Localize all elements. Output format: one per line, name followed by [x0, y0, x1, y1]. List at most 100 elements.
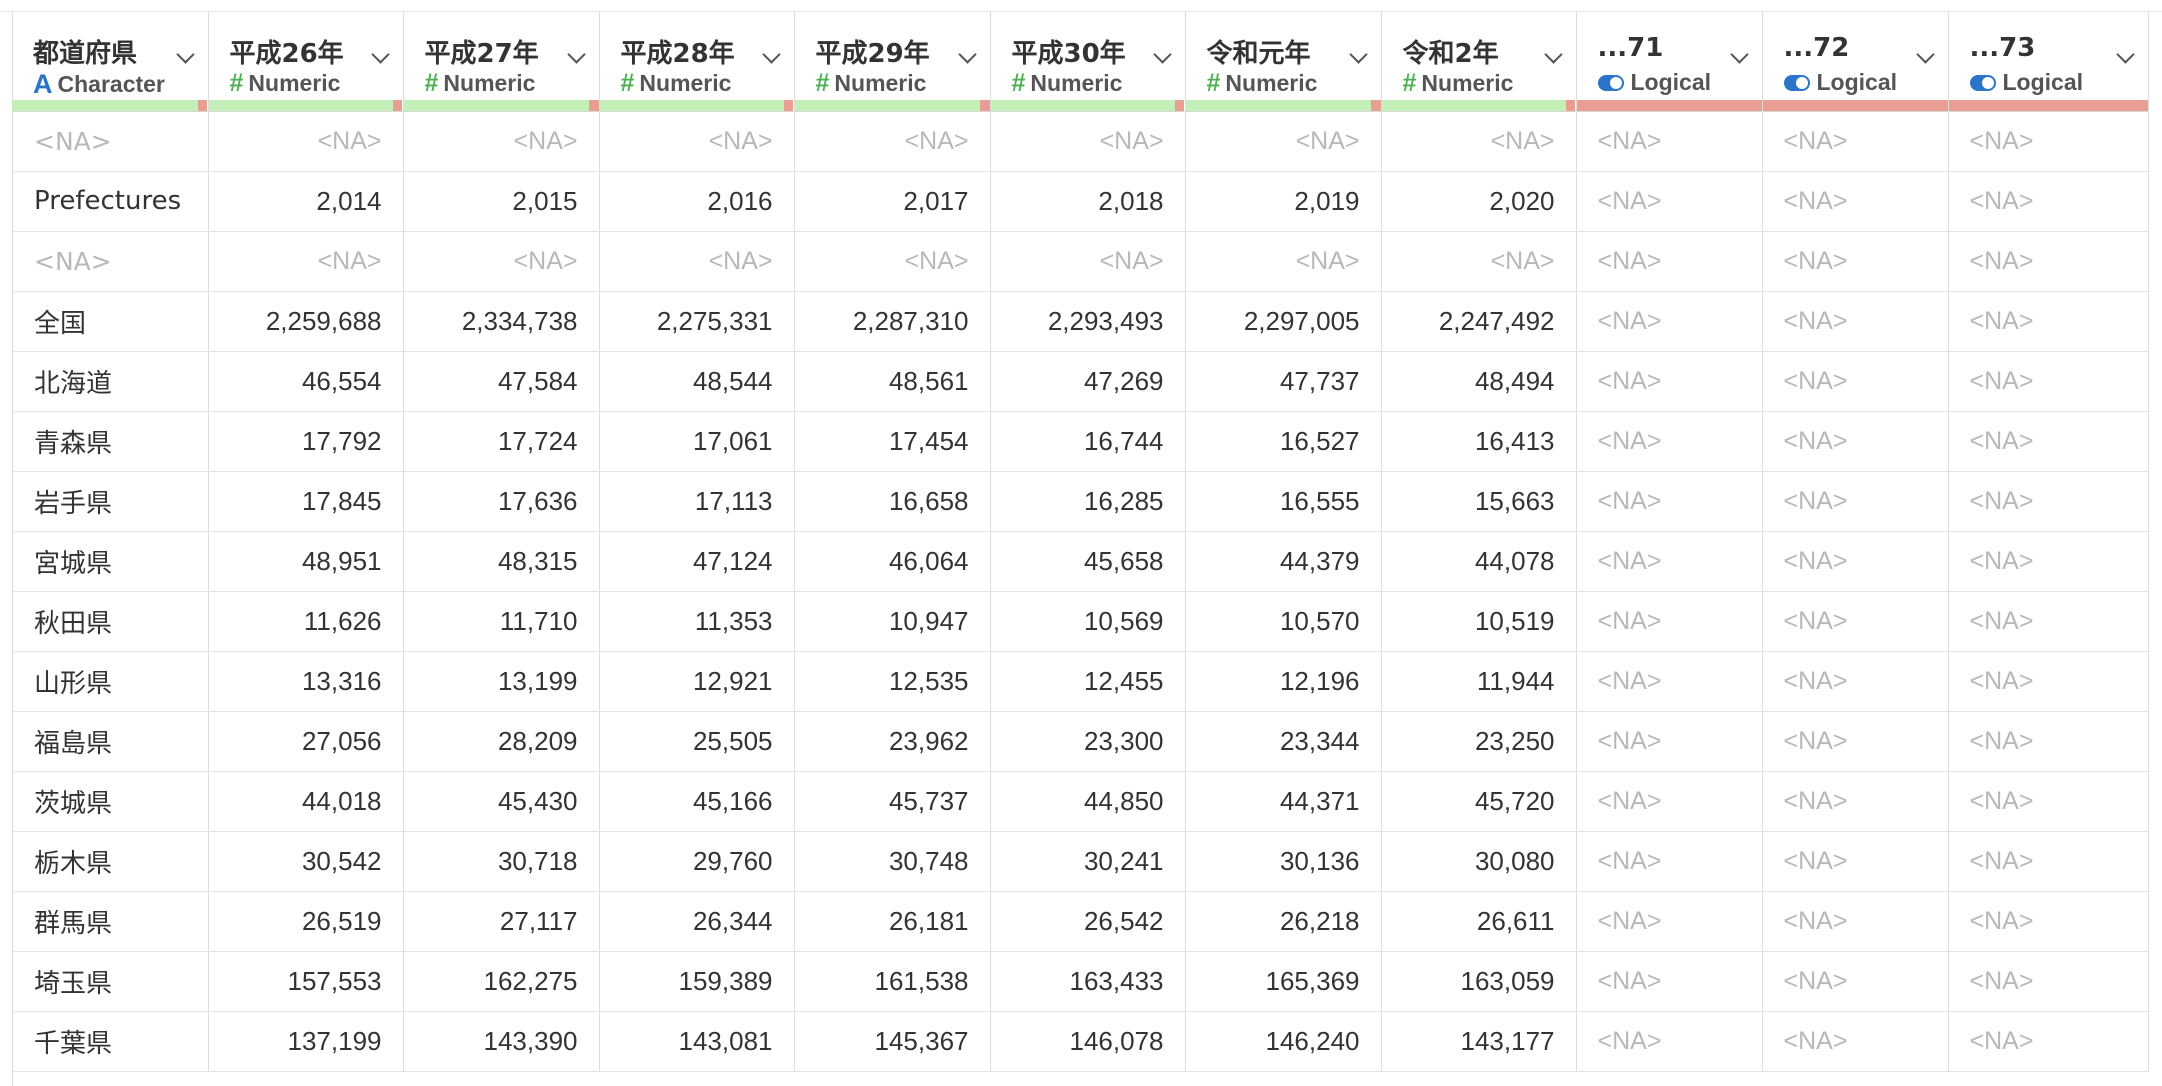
na-cell[interactable]: <NA> [1762, 171, 1949, 232]
table-cell[interactable]: 137,199 [208, 1011, 404, 1072]
table-cell[interactable]: 44,078 [1381, 531, 1577, 592]
na-cell[interactable]: <NA> [990, 111, 1186, 172]
na-cell[interactable]: <NA> [1576, 351, 1763, 412]
table-cell[interactable]: 26,611 [1381, 891, 1577, 952]
table-cell[interactable]: 46,064 [794, 531, 991, 592]
na-cell[interactable]: <NA> [1948, 651, 2149, 712]
chevron-down-icon[interactable] [761, 45, 781, 64]
na-cell[interactable]: <NA> [1185, 111, 1382, 172]
table-cell[interactable]: 17,845 [208, 471, 404, 532]
table-cell[interactable]: 12,455 [990, 651, 1186, 712]
table-cell[interactable]: 17,113 [599, 471, 795, 532]
chevron-down-icon[interactable] [566, 45, 586, 64]
table-cell[interactable]: 47,737 [1185, 351, 1382, 412]
table-cell[interactable]: 30,542 [208, 831, 404, 892]
na-cell[interactable]: <NA> [208, 231, 404, 292]
table-cell[interactable]: 161,538 [794, 951, 991, 1012]
table-cell[interactable]: 17,454 [794, 411, 991, 472]
table-cell[interactable]: 福島県 [12, 711, 209, 772]
na-cell[interactable]: <NA> [1576, 291, 1763, 352]
table-cell[interactable]: 163,059 [1381, 951, 1577, 1012]
na-cell[interactable]: <NA> [1762, 411, 1949, 472]
na-cell[interactable]: <NA> [599, 231, 795, 292]
table-cell[interactable]: 岩手県 [12, 471, 209, 532]
chevron-down-icon[interactable] [175, 45, 195, 64]
table-cell[interactable]: 2,014 [208, 171, 404, 232]
table-cell[interactable]: 29,760 [599, 831, 795, 892]
na-cell[interactable]: <NA> [1576, 1011, 1763, 1072]
table-cell[interactable]: 44,371 [1185, 771, 1382, 832]
na-cell[interactable]: <NA> [1948, 591, 2149, 652]
chevron-down-icon[interactable] [1729, 45, 1749, 64]
chevron-down-icon[interactable] [370, 45, 390, 64]
na-cell[interactable]: <NA> [208, 111, 404, 172]
column-header[interactable]: 都道府県 A Character [12, 11, 209, 112]
column-header[interactable]: 平成30年 # Numeric [990, 11, 1186, 112]
table-cell[interactable]: 143,177 [1381, 1011, 1577, 1072]
table-cell[interactable]: 145,367 [794, 1011, 991, 1072]
table-cell[interactable]: 2,019 [1185, 171, 1382, 232]
table-cell[interactable]: 23,250 [1381, 711, 1577, 772]
na-cell[interactable]: <NA> [12, 111, 209, 172]
na-cell[interactable]: <NA> [1762, 651, 1949, 712]
na-cell[interactable]: <NA> [1948, 1011, 2149, 1072]
table-cell[interactable]: 30,241 [990, 831, 1186, 892]
chevron-down-icon[interactable] [2115, 45, 2135, 64]
column-header[interactable]: 平成29年 # Numeric [794, 11, 991, 112]
column-header[interactable]: 令和2年 # Numeric [1381, 11, 1577, 112]
table-cell[interactable]: 25,505 [599, 711, 795, 772]
table-cell[interactable]: 2,017 [794, 171, 991, 232]
na-cell[interactable]: <NA> [1576, 171, 1763, 232]
table-cell[interactable]: 45,720 [1381, 771, 1577, 832]
table-cell[interactable]: 26,218 [1185, 891, 1382, 952]
na-cell[interactable]: <NA> [1948, 111, 2149, 172]
table-cell[interactable]: 2,297,005 [1185, 291, 1382, 352]
table-cell[interactable]: 12,921 [599, 651, 795, 712]
na-cell[interactable]: <NA> [1762, 291, 1949, 352]
table-cell[interactable]: 27,056 [208, 711, 404, 772]
table-cell[interactable]: 26,519 [208, 891, 404, 952]
table-cell[interactable]: 2,015 [403, 171, 600, 232]
na-cell[interactable]: <NA> [1762, 711, 1949, 772]
table-cell[interactable]: 秋田県 [12, 591, 209, 652]
table-cell[interactable]: 27,117 [403, 891, 600, 952]
column-header[interactable]: 平成26年 # Numeric [208, 11, 404, 112]
na-cell[interactable]: <NA> [1576, 111, 1763, 172]
table-cell[interactable]: 2,275,331 [599, 291, 795, 352]
table-cell[interactable]: 17,061 [599, 411, 795, 472]
na-cell[interactable]: <NA> [1576, 531, 1763, 592]
table-cell[interactable]: 16,658 [794, 471, 991, 532]
table-cell[interactable]: 26,542 [990, 891, 1186, 952]
na-cell[interactable]: <NA> [990, 231, 1186, 292]
na-cell[interactable]: <NA> [1762, 111, 1949, 172]
table-cell[interactable]: 10,947 [794, 591, 991, 652]
table-cell[interactable]: 47,124 [599, 531, 795, 592]
table-cell[interactable]: 2,259,688 [208, 291, 404, 352]
table-cell[interactable]: 16,413 [1381, 411, 1577, 472]
table-cell[interactable]: 栃木県 [12, 831, 209, 892]
table-cell[interactable]: 48,951 [208, 531, 404, 592]
chevron-down-icon[interactable] [1348, 45, 1368, 64]
na-cell[interactable]: <NA> [12, 231, 209, 292]
table-cell[interactable]: 23,300 [990, 711, 1186, 772]
na-cell[interactable]: <NA> [1576, 651, 1763, 712]
na-cell[interactable]: <NA> [1762, 1011, 1949, 1072]
table-cell[interactable]: 45,166 [599, 771, 795, 832]
na-cell[interactable]: <NA> [1185, 231, 1382, 292]
na-cell[interactable]: <NA> [1762, 951, 1949, 1012]
na-cell[interactable]: <NA> [1576, 951, 1763, 1012]
table-cell[interactable]: 30,080 [1381, 831, 1577, 892]
table-cell[interactable]: 10,569 [990, 591, 1186, 652]
table-cell[interactable]: 10,519 [1381, 591, 1577, 652]
table-cell[interactable]: 11,353 [599, 591, 795, 652]
table-cell[interactable]: 15,663 [1381, 471, 1577, 532]
table-cell[interactable]: 30,748 [794, 831, 991, 892]
na-cell[interactable]: <NA> [1762, 771, 1949, 832]
table-cell[interactable]: 2,247,492 [1381, 291, 1577, 352]
na-cell[interactable]: <NA> [1948, 231, 2149, 292]
table-cell[interactable]: 48,561 [794, 351, 991, 412]
table-cell[interactable]: 10,570 [1185, 591, 1382, 652]
na-cell[interactable]: <NA> [1576, 471, 1763, 532]
table-cell[interactable]: 47,269 [990, 351, 1186, 412]
table-cell[interactable]: 44,850 [990, 771, 1186, 832]
